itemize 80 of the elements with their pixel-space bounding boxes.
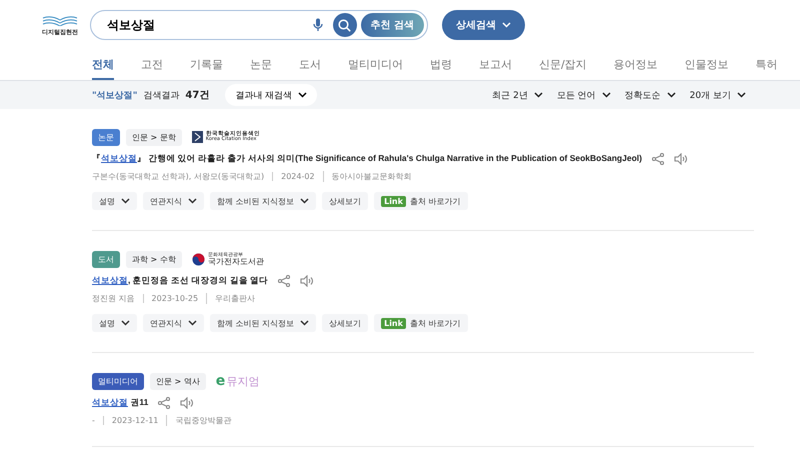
link-badge: Link [381,196,406,206]
dropdown-button[interactable]: 연관지식 [143,192,204,210]
dropdown-button[interactable]: 함께 소비된 지식정보 [210,192,316,210]
filter-dropdown[interactable]: 정확도순 [624,88,676,102]
category-tab[interactable]: 법령 [430,50,452,80]
detail-button[interactable]: 상세보기 [322,192,368,210]
chevron-down-icon [300,320,310,326]
category-tag: 과학 > 수학 [126,250,182,268]
chevron-down-icon [737,92,746,98]
dropdown-button[interactable]: 설명 [92,192,137,210]
speaker-icon[interactable] [300,275,314,287]
chevron-down-icon [188,320,197,326]
category-tab[interactable]: 인물정보 [684,50,729,80]
category-tab[interactable]: 고전 [141,50,163,80]
recommend-search-button[interactable]: 추천 검색 [360,13,424,37]
dropdown-button[interactable]: 연관지식 [143,314,204,332]
source-link-button[interactable]: Link 출처 바로가기 [374,192,468,210]
search-button[interactable] [332,13,357,37]
search-icon [338,18,352,32]
open-book-icon [41,14,79,26]
category-tab[interactable]: 보고서 [479,50,512,80]
taegeuk-emblem-icon [192,252,205,266]
result-label: 검색결과 [143,90,180,102]
chevron-down-icon [502,22,511,28]
category-tab[interactable]: 기록물 [190,50,223,80]
refine-search-button[interactable]: 결과내 재검색 [225,84,318,106]
speaker-icon[interactable] [674,153,688,165]
meta-text: 정진원 지음 [92,293,135,304]
source-logo: e 뮤지엄 [216,373,260,389]
dropdown-button[interactable]: 함께 소비된 지식정보 [210,314,316,332]
share-icon[interactable] [278,275,290,287]
result-count: 47건 [185,89,210,102]
meta-text: - [92,416,95,425]
filter-dropdown[interactable]: 20개 보기 [690,88,746,102]
advanced-search-button[interactable]: 상세검색 [442,10,525,40]
category-tag: 인문 > 문학 [126,128,182,146]
book-emblem-icon [192,131,203,143]
type-badge: 멀티미디어 [92,372,144,390]
category-tab[interactable]: 도서 [299,50,321,80]
chevron-down-icon [666,92,676,98]
source-link-label[interactable]: 출처 바로가기 [410,196,460,206]
filter-dropdown[interactable]: 모든 언어 [556,88,611,102]
chevron-down-icon [121,320,130,326]
dropdown-button[interactable]: 설명 [92,314,137,332]
source-name: 국가전자도서관 [208,258,264,266]
result-title[interactable]: 석보상절 권11 [92,397,148,409]
meta-text: 국립중앙박물관 [166,415,232,426]
chevron-down-icon [121,198,130,204]
share-icon[interactable] [158,397,170,409]
source-link-label[interactable]: 출처 바로가기 [410,318,460,328]
link-badge: Link [381,318,406,328]
type-badge: 논문 [92,128,120,146]
chevron-down-icon [298,92,308,98]
result-title[interactable]: 석보상절, 훈민정음 조선 대장경의 길을 열다 [92,275,268,287]
category-tag: 인문 > 역사 [150,372,206,390]
chevron-down-icon [602,92,611,98]
search-field[interactable]: 석보상절 추천 검색 [90,10,428,40]
category-tab[interactable]: 멀티미디어 [348,50,403,80]
meta-text: 우리출판사 [206,293,256,304]
chevron-down-icon [300,198,310,204]
category-tab[interactable]: 논문 [250,50,272,80]
microphone-icon[interactable] [312,18,323,32]
meta-text: 2023-10-25 [142,294,198,303]
category-tab[interactable]: 특허 [756,50,778,80]
share-icon[interactable] [652,153,664,165]
meta-text: 2024-02 [272,172,315,181]
speaker-icon[interactable] [180,397,194,409]
result-title[interactable]: 『석보상절』 간행에 있어 라훌라 출가 서사의 의미(The Significance of Rahula's Chulga Narrative in the Publication of SeokBoSangJeol) [92,153,642,165]
category-tab[interactable]: 신문/잡지 [539,50,587,80]
search-query: "석보상절" [92,90,138,102]
chevron-down-icon [188,198,197,204]
filter-dropdown[interactable]: 최근 2년 [492,88,543,102]
meta-text: 구본수(동국대학교 선학과), 서왕모(동국대학교) [92,171,264,182]
source-link-button[interactable]: Link 출처 바로가기 [374,314,468,332]
meta-text: 동아시아불교문화학회 [322,171,412,182]
type-badge: 도서 [92,250,120,268]
meta-text: 2023-12-11 [102,416,158,425]
category-tab[interactable]: 용어정보 [614,50,658,80]
detail-button[interactable]: 상세보기 [322,314,368,332]
chevron-down-icon [534,92,543,98]
